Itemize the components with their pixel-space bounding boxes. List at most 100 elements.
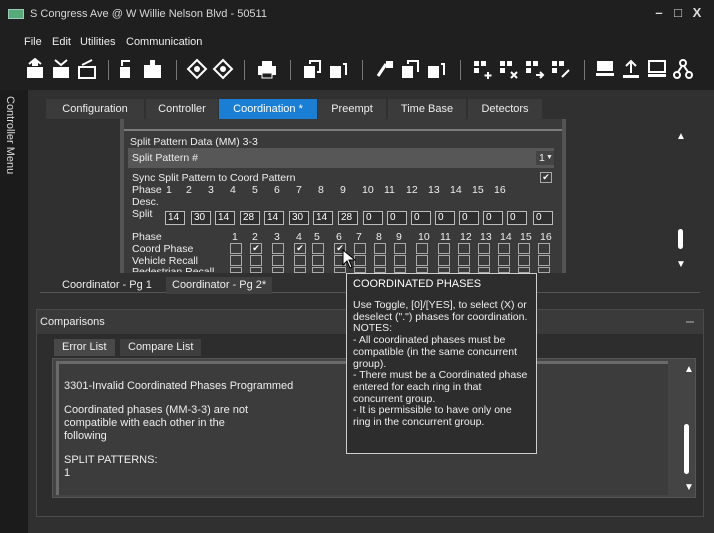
monitor-download-icon[interactable] bbox=[594, 58, 616, 80]
phase-checkbox[interactable] bbox=[538, 243, 550, 254]
compare-controller-icon[interactable] bbox=[76, 58, 98, 80]
split-value-input[interactable]: 0 bbox=[483, 211, 503, 225]
subtab-coordinator-pg2[interactable]: Coordinator - Pg 2* bbox=[166, 277, 273, 294]
upload-controller-icon[interactable] bbox=[24, 58, 46, 80]
phase-checkbox[interactable] bbox=[438, 243, 450, 254]
error-scroll-up-icon[interactable]: ▲ bbox=[684, 364, 694, 375]
phase-checkbox[interactable] bbox=[394, 243, 406, 254]
open-database-icon[interactable] bbox=[118, 58, 140, 80]
tab-coordination[interactable]: Coordination * bbox=[219, 99, 317, 119]
phase-checkbox[interactable] bbox=[498, 243, 510, 254]
phase-checkbox[interactable] bbox=[438, 255, 450, 266]
split-value-input[interactable]: 0 bbox=[435, 211, 455, 225]
phase-number: 1 bbox=[166, 184, 172, 196]
phase-checkbox[interactable] bbox=[230, 267, 242, 273]
diamond-left-icon[interactable] bbox=[186, 58, 208, 80]
split-value-input[interactable]: 14 bbox=[165, 211, 185, 225]
network-icon[interactable] bbox=[672, 58, 694, 80]
phase-checkbox[interactable] bbox=[312, 243, 324, 254]
phase-checkbox[interactable] bbox=[294, 267, 306, 273]
delete-row-icon[interactable] bbox=[498, 58, 520, 80]
split-value-input[interactable]: 0 bbox=[411, 211, 431, 225]
copy-icon[interactable] bbox=[302, 58, 324, 80]
split-value-input[interactable]: 14 bbox=[313, 211, 333, 225]
tab-time-base[interactable]: Time Base bbox=[388, 99, 466, 119]
split-value-input[interactable]: 28 bbox=[338, 211, 358, 225]
split-pattern-select[interactable]: 1 ▼ bbox=[536, 151, 554, 165]
tab-detectors[interactable]: Detectors bbox=[468, 99, 542, 119]
copy-page-icon[interactable] bbox=[400, 58, 422, 80]
phase-checkbox[interactable] bbox=[312, 255, 324, 266]
download-controller-icon[interactable] bbox=[50, 58, 72, 80]
tab-compare-list[interactable]: Compare List bbox=[120, 339, 202, 356]
upload-icon[interactable] bbox=[620, 58, 642, 80]
phase-checkbox[interactable] bbox=[230, 255, 242, 266]
phase-checkbox[interactable] bbox=[416, 255, 428, 266]
cut-icon[interactable] bbox=[374, 58, 396, 80]
phase-checkbox[interactable] bbox=[538, 255, 550, 266]
phase-checkbox[interactable] bbox=[498, 255, 510, 266]
paste-row-icon[interactable] bbox=[550, 58, 572, 80]
print-icon[interactable] bbox=[256, 58, 278, 80]
tab-controller[interactable]: Controller bbox=[146, 99, 218, 119]
menu-communication[interactable]: Communication bbox=[126, 36, 202, 48]
controller-menu-label[interactable]: Controller Menu bbox=[4, 96, 16, 174]
phase-checkbox[interactable] bbox=[416, 243, 428, 254]
split-value-input[interactable]: 0 bbox=[459, 211, 479, 225]
split-value-input[interactable]: 14 bbox=[215, 211, 235, 225]
phase-checkbox[interactable] bbox=[458, 243, 470, 254]
menu-edit[interactable]: Edit bbox=[52, 36, 71, 48]
copy-row-icon[interactable] bbox=[524, 58, 546, 80]
phase-checkbox[interactable] bbox=[250, 267, 262, 273]
phase-checkbox[interactable] bbox=[538, 267, 550, 273]
phase-checkbox[interactable] bbox=[478, 243, 490, 254]
paste-icon[interactable] bbox=[328, 58, 350, 80]
scroll-down-icon[interactable]: ▼ bbox=[676, 259, 686, 270]
phase-checkbox[interactable] bbox=[478, 255, 490, 266]
phase-number: 9 bbox=[396, 231, 402, 243]
split-value-input[interactable]: 28 bbox=[240, 211, 260, 225]
phase-checkbox[interactable] bbox=[272, 267, 284, 273]
phase-checkbox[interactable]: ✔ bbox=[250, 243, 262, 254]
phase-checkbox[interactable]: ✔ bbox=[294, 243, 306, 254]
scroll-thumb[interactable] bbox=[678, 229, 683, 249]
error-scroll-down-icon[interactable]: ▼ bbox=[684, 482, 694, 493]
maximize-button[interactable]: □ bbox=[669, 4, 687, 22]
close-button[interactable]: X bbox=[688, 4, 706, 22]
phase-checkbox[interactable] bbox=[230, 243, 242, 254]
split-value-input[interactable]: 0 bbox=[387, 211, 407, 225]
split-value-input[interactable]: 30 bbox=[289, 211, 309, 225]
phase-checkbox[interactable] bbox=[374, 255, 386, 266]
phase-checkbox[interactable] bbox=[518, 243, 530, 254]
sync-checkbox[interactable]: ✔ bbox=[540, 172, 552, 183]
save-database-icon[interactable] bbox=[142, 58, 164, 80]
menu-file[interactable]: File bbox=[24, 36, 42, 48]
minimize-button[interactable]: – bbox=[650, 4, 668, 22]
collapse-icon[interactable] bbox=[686, 321, 694, 323]
monitor-icon[interactable] bbox=[646, 58, 668, 80]
split-value-input[interactable]: 14 bbox=[264, 211, 284, 225]
phase-checkbox[interactable] bbox=[294, 255, 306, 266]
tab-preempt[interactable]: Preempt bbox=[318, 99, 386, 119]
add-row-icon[interactable] bbox=[472, 58, 494, 80]
phase-checkbox[interactable] bbox=[518, 255, 530, 266]
scroll-up-icon[interactable]: ▲ bbox=[676, 131, 686, 142]
menu-utilities[interactable]: Utilities bbox=[80, 36, 115, 48]
phase-checkbox[interactable] bbox=[458, 255, 470, 266]
phase-checkbox[interactable] bbox=[374, 243, 386, 254]
phase-checkbox[interactable] bbox=[394, 255, 406, 266]
error-scroll-thumb[interactable] bbox=[684, 424, 689, 474]
split-value-input[interactable]: 30 bbox=[191, 211, 211, 225]
diamond-right-icon[interactable] bbox=[212, 58, 234, 80]
split-value-input[interactable]: 0 bbox=[533, 211, 553, 225]
subtab-coordinator-pg1[interactable]: Coordinator - Pg 1 bbox=[56, 277, 158, 294]
split-value-input[interactable]: 0 bbox=[363, 211, 383, 225]
tab-error-list[interactable]: Error List bbox=[54, 339, 115, 356]
phase-checkbox[interactable] bbox=[272, 243, 284, 254]
phase-checkbox[interactable] bbox=[272, 255, 284, 266]
phase-checkbox[interactable] bbox=[312, 267, 324, 273]
phase-checkbox[interactable] bbox=[250, 255, 262, 266]
tab-configuration[interactable]: Configuration bbox=[46, 99, 144, 119]
paste-page-icon[interactable] bbox=[426, 58, 448, 80]
split-value-input[interactable]: 0 bbox=[507, 211, 527, 225]
